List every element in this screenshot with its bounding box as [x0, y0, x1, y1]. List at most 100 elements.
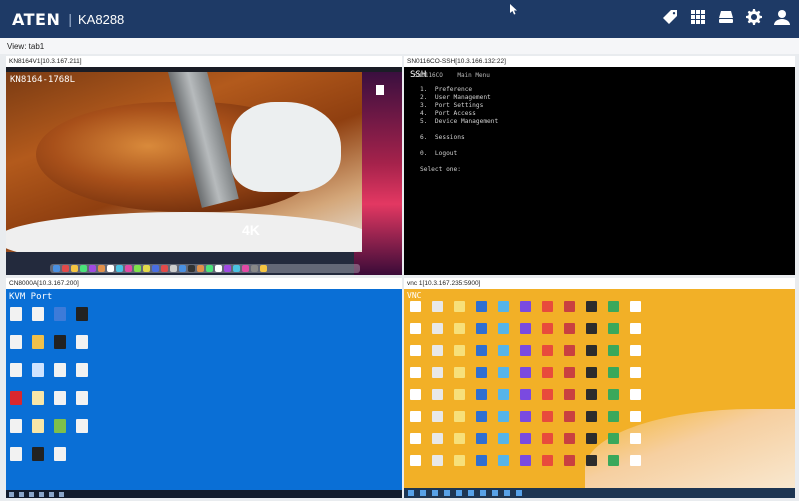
dock-app-icon[interactable]	[125, 265, 132, 272]
desktop-icon[interactable]	[54, 363, 66, 377]
dock-app-icon[interactable]	[143, 265, 150, 272]
desktop-icon[interactable]	[498, 455, 509, 466]
desktop-icon[interactable]	[10, 447, 22, 461]
desktop-icon[interactable]	[630, 301, 641, 312]
desktop-icon[interactable]	[564, 301, 575, 312]
desktop-icon[interactable]	[54, 391, 66, 405]
desktop-icon[interactable]	[410, 389, 421, 400]
desktop-icon[interactable]	[630, 345, 641, 356]
file-icon[interactable]	[376, 85, 384, 95]
dock-app-icon[interactable]	[53, 265, 60, 272]
desktop-icon[interactable]	[476, 389, 487, 400]
desktop-icon[interactable]	[432, 433, 443, 444]
dock-app-icon[interactable]	[89, 265, 96, 272]
taskbar-app-icon[interactable]	[19, 491, 24, 497]
desktop-icon[interactable]	[32, 363, 44, 377]
dock-app-icon[interactable]	[107, 265, 114, 272]
desktop-icon[interactable]	[10, 363, 22, 377]
desktop-icon[interactable]	[476, 411, 487, 422]
desktop-icon[interactable]	[432, 455, 443, 466]
dock-app-icon[interactable]	[188, 265, 195, 272]
session-panel-vnc[interactable]: vnc 1[10.3.167.235:5900] VNC	[404, 278, 795, 498]
desktop-icon[interactable]	[520, 301, 531, 312]
desktop-icon[interactable]	[542, 433, 553, 444]
desktop-icon[interactable]	[32, 307, 44, 321]
desktop-icon[interactable]	[454, 455, 465, 466]
remote-screen[interactable]: KN8164-1768L 4K	[6, 67, 402, 275]
dock-app-icon[interactable]	[170, 265, 177, 272]
desktop-icon[interactable]	[542, 345, 553, 356]
desktop-icon[interactable]	[476, 345, 487, 356]
windows-taskbar[interactable]	[404, 488, 795, 498]
desktop-icon[interactable]	[520, 411, 531, 422]
dock-app-icon[interactable]	[80, 265, 87, 272]
desktop-icon[interactable]	[476, 367, 487, 378]
session-panel-ssh[interactable]: SN0116CO-SSH[10.3.166.132:22] SSH SN0116…	[404, 56, 795, 275]
desktop-icon[interactable]	[454, 323, 465, 334]
desktop-icon[interactable]	[432, 389, 443, 400]
desktop-icon[interactable]	[432, 301, 443, 312]
desktop-icon[interactable]	[542, 455, 553, 466]
desktop-icon[interactable]	[520, 345, 531, 356]
desktop-icon[interactable]	[10, 335, 22, 349]
desktop-icon[interactable]	[54, 335, 66, 349]
desktop-icon[interactable]	[608, 301, 619, 312]
dock-app-icon[interactable]	[134, 265, 141, 272]
desktop-icon[interactable]	[586, 323, 597, 334]
desktop-icon[interactable]	[76, 307, 88, 321]
desktop-icon[interactable]	[454, 389, 465, 400]
dock-app-icon[interactable]	[233, 265, 240, 272]
dock-app-icon[interactable]	[152, 265, 159, 272]
desktop-icon[interactable]	[476, 455, 487, 466]
desktop-icon[interactable]	[54, 307, 66, 321]
desktop-icon[interactable]	[498, 389, 509, 400]
desktop-icon[interactable]	[76, 391, 88, 405]
desktop-icon[interactable]	[564, 367, 575, 378]
desktop-icon[interactable]	[630, 367, 641, 378]
desktop-icon[interactable]	[608, 455, 619, 466]
desktop-icon[interactable]	[410, 323, 421, 334]
desktop-icon[interactable]	[520, 389, 531, 400]
taskbar-app-icon[interactable]	[456, 490, 462, 496]
dock-app-icon[interactable]	[224, 265, 231, 272]
taskbar-app-icon[interactable]	[492, 490, 498, 496]
desktop-icon[interactable]	[608, 323, 619, 334]
desktop-icon[interactable]	[32, 447, 44, 461]
desktop-icon[interactable]	[76, 335, 88, 349]
desktop-icon[interactable]	[520, 367, 531, 378]
desktop-icon[interactable]	[564, 411, 575, 422]
desktop-icon[interactable]	[54, 447, 66, 461]
dock-app-icon[interactable]	[242, 265, 249, 272]
taskbar-app-icon[interactable]	[39, 491, 44, 497]
desktop-icon[interactable]	[586, 389, 597, 400]
tag-icon[interactable]	[661, 8, 679, 26]
video-player[interactable]: KN8164-1768L 4K	[6, 72, 362, 252]
desktop-icon[interactable]	[586, 455, 597, 466]
desktop-icon[interactable]	[454, 301, 465, 312]
user-icon[interactable]	[773, 8, 791, 26]
desktop-icon[interactable]	[564, 433, 575, 444]
grid-icon[interactable]	[689, 8, 707, 26]
desktop-icon[interactable]	[454, 367, 465, 378]
desktop-icon[interactable]	[608, 389, 619, 400]
dock-app-icon[interactable]	[251, 265, 258, 272]
terminal-screen[interactable]: SSH SN0116CO Main Menu 1. Preference 2. U…	[404, 67, 795, 275]
dock-app-icon[interactable]	[62, 265, 69, 272]
dock-app-icon[interactable]	[197, 265, 204, 272]
dock-app-icon[interactable]	[179, 265, 186, 272]
desktop-icon[interactable]	[32, 335, 44, 349]
desktop-icon[interactable]	[586, 345, 597, 356]
desktop-icon[interactable]	[410, 411, 421, 422]
remote-screen[interactable]: VNC	[404, 289, 795, 498]
desktop-icon[interactable]	[432, 345, 443, 356]
desktop-icon[interactable]	[586, 433, 597, 444]
desktop-icon[interactable]	[586, 367, 597, 378]
desktop-icon[interactable]	[476, 433, 487, 444]
desktop-icon[interactable]	[410, 367, 421, 378]
windows-taskbar[interactable]	[6, 490, 402, 498]
session-panel-cn8000a[interactable]: CN8000A[10.3.167.200] KVM Port	[6, 278, 402, 498]
desktop-icon[interactable]	[10, 307, 22, 321]
desktop-icon[interactable]	[520, 323, 531, 334]
taskbar-app-icon[interactable]	[49, 491, 54, 497]
desktop-icon[interactable]	[542, 389, 553, 400]
